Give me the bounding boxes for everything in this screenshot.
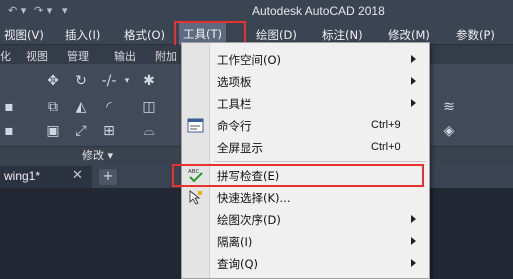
submenu-arrow-icon (411, 77, 416, 85)
move-icon[interactable]: ✥ (44, 72, 62, 90)
copy-icon[interactable]: ⧉ (44, 98, 62, 116)
menu-separator (214, 161, 426, 162)
menu-item-label: 隔离(I) (217, 235, 253, 249)
scale-icon[interactable]: ⤢ (72, 122, 90, 140)
array-icon[interactable]: ▣ (44, 122, 62, 140)
menu-item-draw-order[interactable]: 绘图次序(D) (182, 209, 429, 230)
tools-dropdown-menu: 工作空间(O) 选项板 工具栏 命令行 Ctrl+9 全屏显示 Ctrl+0 A… (181, 42, 430, 279)
stretch-icon[interactable]: ⊞ (100, 122, 118, 140)
menu-item-toolbars[interactable]: 工具栏 (182, 93, 429, 114)
ribbon-tab-addins[interactable]: 附加 (155, 48, 177, 64)
menu-item-label: 全屏显示 (217, 141, 263, 155)
dropdown-arrow-icon[interactable]: ▾ (118, 72, 136, 90)
offset-icon[interactable]: ◫ (140, 98, 158, 116)
quick-select-icon (189, 190, 202, 205)
left-edge-icon-2[interactable]: ▪ (0, 122, 18, 140)
undo-icon[interactable]: ↶ ▾ (8, 4, 26, 17)
menu-item-fullscreen[interactable]: 全屏显示 Ctrl+0 (182, 137, 429, 158)
command-line-icon (187, 118, 204, 133)
layer-freeze-icon[interactable]: ◈ (440, 122, 458, 140)
modify-panel-label[interactable]: 修改 ▾ (82, 147, 113, 163)
layer-icon[interactable]: ≋ (440, 98, 458, 116)
file-tab[interactable]: wing1* ✕ (0, 166, 92, 188)
menu-item-isolate[interactable]: 隔离(I) (182, 231, 429, 252)
trim-icon[interactable]: -/- (100, 72, 118, 90)
submenu-arrow-icon (411, 259, 416, 267)
menu-item-palettes[interactable]: 选项板 (182, 71, 429, 92)
ribbon-tab[interactable]: 化 (0, 48, 11, 64)
menu-format[interactable]: 格式(O) (124, 27, 165, 43)
menu-item-label: 查询(Q) (217, 257, 259, 271)
title-bar: ↶ ▾ ↷ ▾ ▾ Autodesk AutoCAD 2018 (0, 0, 513, 23)
menu-item-inquiry[interactable]: 查询(Q) (182, 253, 429, 274)
menu-item-quick-select[interactable]: 快速选择(K)... (182, 187, 429, 208)
menu-view[interactable]: 视图(V) (4, 27, 44, 43)
menu-modify[interactable]: 修改(M) (388, 27, 430, 43)
redo-icon[interactable]: ↷ ▾ (34, 4, 52, 17)
rotate-icon[interactable]: ↻ (72, 72, 90, 90)
fillet-icon[interactable]: ◜ (100, 98, 118, 116)
menu-item-label: 命令行 (217, 119, 252, 133)
menu-item-label: 绘图次序(D) (217, 213, 281, 227)
shortcut-label: Ctrl+9 (371, 119, 401, 131)
submenu-arrow-icon (411, 99, 416, 107)
menu-insert[interactable]: 插入(I) (65, 27, 100, 43)
dropdown-icon[interactable]: ▾ (62, 4, 68, 17)
menu-item-label: 选项板 (217, 75, 252, 89)
menu-parameter[interactable]: 参数(P) (456, 27, 495, 43)
submenu-arrow-icon (411, 55, 416, 63)
submenu-arrow-icon (411, 237, 416, 245)
file-tab-label: wing1* (4, 169, 41, 183)
left-edge-icon[interactable]: ▪ (0, 98, 18, 116)
menu-item-workspace[interactable]: 工作空间(O) (182, 49, 429, 70)
new-tab-button[interactable]: + (99, 169, 117, 185)
menu-item-label: 工作空间(O) (217, 53, 282, 67)
close-icon[interactable]: ✕ (72, 168, 83, 183)
ribbon-tab-manage[interactable]: 管理 (67, 48, 89, 64)
mirror-icon[interactable]: ◭ (72, 98, 90, 116)
shortcut-label: Ctrl+0 (371, 141, 401, 153)
explode-icon[interactable]: ✱ (140, 72, 158, 90)
menu-dimension[interactable]: 标注(N) (322, 27, 363, 43)
menu-draw[interactable]: 绘图(D) (256, 27, 297, 43)
join-icon[interactable]: ⌓ (140, 122, 158, 140)
submenu-arrow-icon (411, 215, 416, 223)
menu-item-command-line[interactable]: 命令行 Ctrl+9 (182, 115, 429, 136)
ribbon-tab-view[interactable]: 视图 (26, 48, 48, 64)
highlight-box-spell-check (172, 164, 424, 187)
app-title: Autodesk AutoCAD 2018 (252, 4, 385, 18)
menu-item-label: 工具栏 (217, 97, 252, 111)
ribbon-tab-output[interactable]: 输出 (114, 48, 136, 64)
menu-item-label: 快速选择(K)... (217, 191, 291, 205)
